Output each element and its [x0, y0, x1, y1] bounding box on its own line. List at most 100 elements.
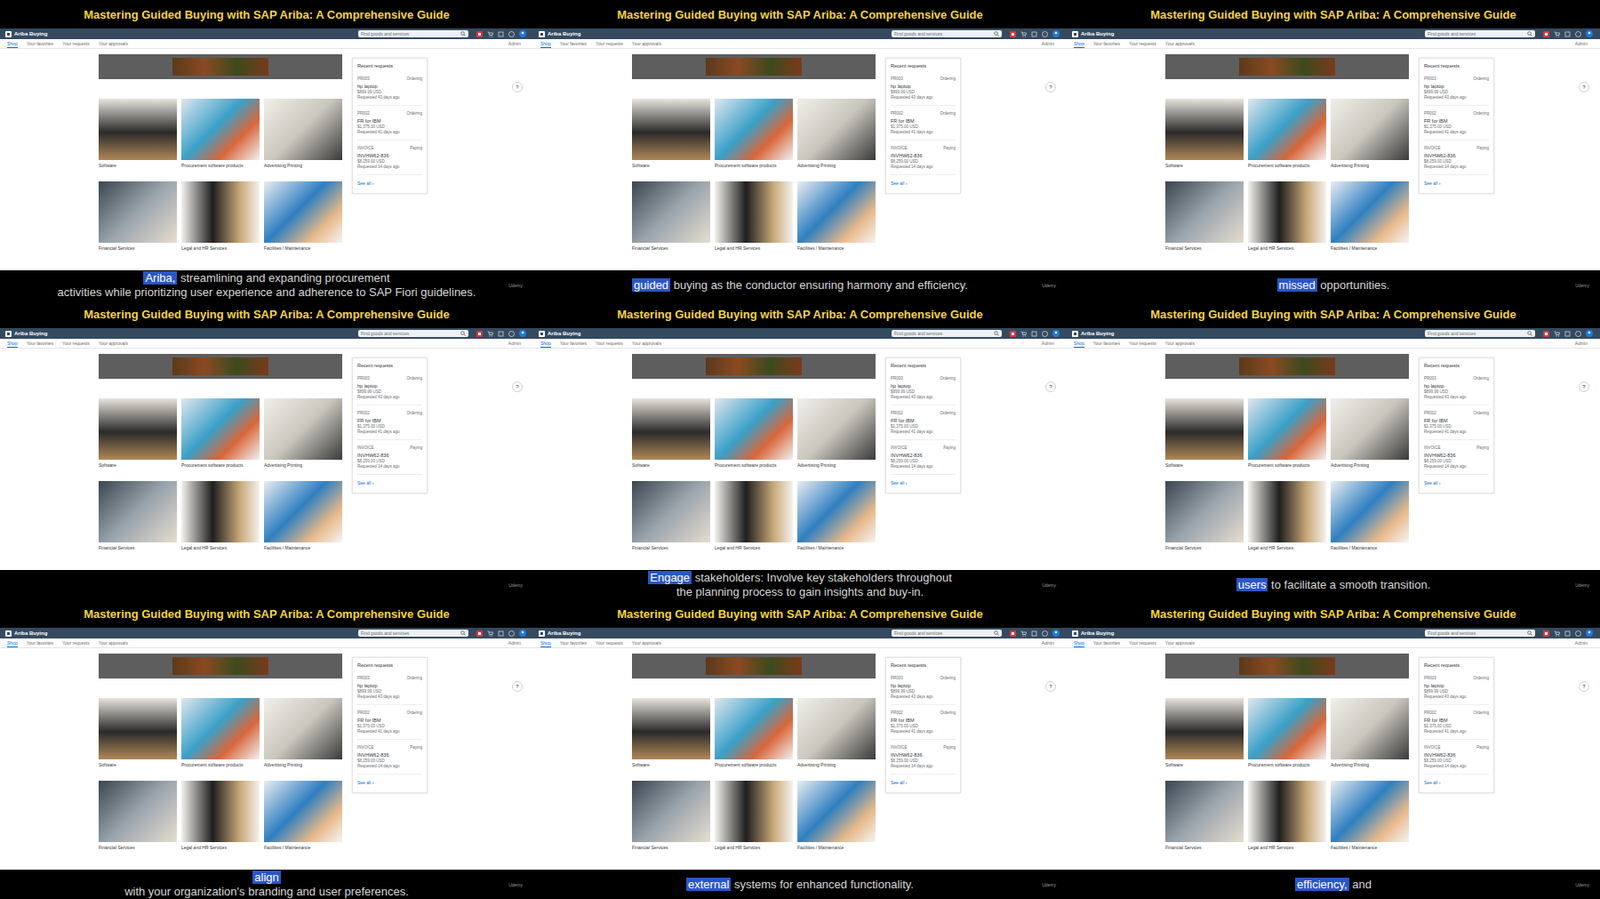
tab[interactable]: Your favorites — [560, 638, 587, 648]
help-menu-icon[interactable] — [1575, 630, 1582, 637]
search-icon[interactable] — [993, 31, 1000, 37]
cart-icon[interactable] — [487, 31, 494, 38]
list-icon[interactable] — [1564, 330, 1571, 337]
notification-icon[interactable] — [1543, 630, 1550, 637]
category-tile[interactable]: Legal and HR Services — [1248, 480, 1327, 564]
help-button[interactable]: ? — [512, 81, 523, 93]
category-tile[interactable]: Procurement software products — [1248, 398, 1327, 481]
help-button[interactable]: ? — [1578, 680, 1590, 692]
request-item[interactable]: PR002OrderingFR for IBM$1,375.00 USDRequ… — [890, 710, 956, 740]
category-tile[interactable]: Procurement software products — [181, 697, 260, 781]
help-button[interactable]: ? — [1045, 680, 1056, 692]
tab[interactable]: Your approvals — [632, 638, 662, 648]
request-item[interactable]: PR003Orderinghp laptop$899.99 USDRequest… — [357, 675, 423, 705]
search-field[interactable]: Find goods and services — [358, 30, 469, 38]
avatar-icon[interactable] — [1052, 329, 1060, 337]
help-menu-icon[interactable] — [1041, 630, 1048, 637]
request-item[interactable]: PR002OrderingFR for IBM$1,375.00 USDRequ… — [357, 410, 423, 440]
category-tile[interactable]: Procurement software products — [1248, 98, 1327, 182]
tab[interactable]: Shop — [540, 638, 552, 648]
see-all-link[interactable]: See all › — [357, 779, 423, 785]
tab[interactable]: Your favorites — [26, 39, 54, 48]
list-icon[interactable] — [1564, 31, 1571, 38]
app-logo[interactable]: Ariba Buying — [14, 31, 48, 37]
app-logo[interactable]: Ariba Buying — [1080, 630, 1114, 636]
request-item[interactable]: INVOICEPayingINVHW62-836$8,259.00 USDReq… — [1424, 744, 1489, 775]
request-item[interactable]: PR002OrderingFR for IBM$1,375.00 USDRequ… — [1424, 111, 1489, 141]
tab[interactable]: Shop — [540, 39, 552, 48]
avatar-icon[interactable] — [1052, 629, 1060, 637]
notification-icon[interactable] — [476, 31, 483, 38]
search-icon[interactable] — [993, 330, 1000, 336]
tab[interactable]: Your approvals — [98, 638, 128, 648]
cart-icon[interactable] — [1020, 630, 1027, 637]
category-tile[interactable]: Legal and HR Services — [1248, 181, 1327, 264]
search-icon[interactable] — [460, 31, 466, 37]
category-tile[interactable]: Financial Services — [1165, 480, 1244, 564]
list-icon[interactable] — [497, 31, 504, 38]
help-button[interactable]: ? — [512, 680, 523, 692]
search-icon[interactable] — [993, 630, 1000, 636]
category-tile[interactable]: Financial Services — [98, 480, 177, 564]
category-tile[interactable]: Legal and HR Services — [714, 780, 793, 864]
category-tile[interactable]: Advertising Printing — [264, 398, 343, 481]
app-logo[interactable]: Ariba Buying — [1080, 31, 1114, 37]
category-tile[interactable]: Financial Services — [632, 181, 711, 264]
search-field[interactable]: Find goods and services — [1424, 329, 1536, 337]
request-item[interactable]: INVOICEPayingINVHW62-836$8,259.00 USDReq… — [890, 744, 956, 775]
category-tile[interactable]: Advertising Printing — [1330, 697, 1409, 781]
app-logo[interactable]: Ariba Buying — [547, 31, 581, 37]
search-field[interactable]: Find goods and services — [1424, 629, 1536, 637]
tab[interactable]: Shop — [1073, 39, 1085, 48]
tab[interactable]: Shop — [7, 338, 18, 348]
request-item[interactable]: PR003Orderinghp laptop$899.99 USDRequest… — [890, 376, 956, 406]
user-menu[interactable]: Admin — [508, 40, 521, 47]
request-item[interactable]: PR002OrderingFR for IBM$1,375.00 USDRequ… — [357, 111, 423, 141]
notification-icon[interactable] — [1543, 31, 1550, 38]
search-icon[interactable] — [460, 630, 466, 636]
user-menu[interactable]: Admin — [1041, 640, 1055, 646]
category-tile[interactable]: Software — [1165, 98, 1244, 182]
user-menu[interactable]: Admin — [1575, 40, 1588, 47]
tab[interactable]: Your favorites — [560, 39, 587, 48]
category-tile[interactable]: Facilities / Maintenance — [1330, 480, 1409, 564]
cart-icon[interactable] — [1020, 31, 1027, 38]
tab[interactable]: Your requests — [1128, 39, 1157, 48]
user-menu[interactable]: Admin — [1041, 40, 1055, 47]
category-tile[interactable]: Advertising Printing — [264, 697, 343, 781]
category-tile[interactable]: Legal and HR Services — [181, 780, 260, 864]
cart-icon[interactable] — [1553, 630, 1560, 637]
category-tile[interactable]: Advertising Printing — [264, 98, 343, 182]
category-tile[interactable]: Software — [98, 98, 177, 182]
user-menu[interactable]: Admin — [1575, 640, 1588, 646]
see-all-link[interactable]: See all › — [1424, 480, 1489, 486]
search-field[interactable]: Find goods and services — [891, 629, 1002, 637]
see-all-link[interactable]: See all › — [1424, 779, 1489, 785]
request-item[interactable]: PR002OrderingFR for IBM$1,375.00 USDRequ… — [890, 111, 956, 141]
tab[interactable]: Your approvals — [98, 39, 128, 48]
request-item[interactable]: PR003Orderinghp laptop$899.99 USDRequest… — [890, 76, 956, 106]
request-item[interactable]: PR003Orderinghp laptop$899.99 USDRequest… — [890, 675, 956, 705]
request-item[interactable]: INVOICEPayingINVHW62-836$8,259.00 USDReq… — [357, 145, 423, 176]
category-tile[interactable]: Procurement software products — [1248, 697, 1327, 781]
request-item[interactable]: PR003Orderinghp laptop$899.99 USDRequest… — [357, 76, 423, 106]
see-all-link[interactable]: See all › — [890, 180, 956, 186]
category-tile[interactable]: Procurement software products — [714, 98, 793, 182]
category-tile[interactable]: Legal and HR Services — [714, 480, 793, 564]
app-logo[interactable]: Ariba Buying — [14, 330, 48, 336]
help-menu-icon[interactable] — [1575, 330, 1582, 337]
app-logo[interactable]: Ariba Buying — [14, 630, 48, 636]
see-all-link[interactable]: See all › — [1424, 180, 1489, 186]
request-item[interactable]: PR002OrderingFR for IBM$1,375.00 USDRequ… — [357, 710, 423, 740]
category-tile[interactable]: Procurement software products — [714, 697, 793, 781]
tab[interactable]: Your requests — [595, 638, 624, 648]
list-icon[interactable] — [1031, 31, 1038, 38]
user-menu[interactable]: Admin — [508, 640, 521, 646]
avatar-icon[interactable] — [519, 329, 527, 337]
request-item[interactable]: PR003Orderinghp laptop$899.99 USDRequest… — [1424, 675, 1489, 705]
tab[interactable]: Your approvals — [1165, 638, 1195, 648]
category-tile[interactable]: Facilities / Maintenance — [1330, 181, 1409, 264]
tab[interactable]: Your favorites — [26, 638, 54, 648]
category-tile[interactable]: Software — [632, 398, 711, 481]
search-field[interactable]: Find goods and services — [1424, 30, 1536, 38]
